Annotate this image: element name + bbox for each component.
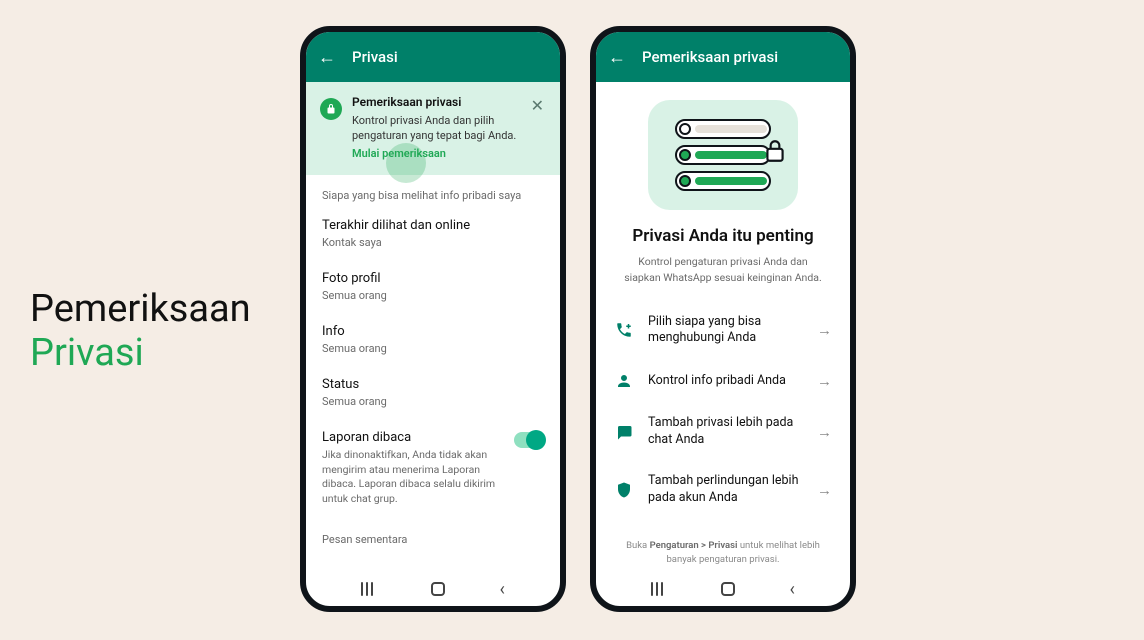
lock-badge-icon xyxy=(320,98,342,120)
phone-mockups: ← Privasi Pemeriksaan privasi Kontrol pr… xyxy=(300,26,856,612)
phone-body: Pemeriksaan privasi Kontrol privasi Anda… xyxy=(306,82,560,572)
phone-plus-icon xyxy=(614,320,634,340)
android-navbar: ‹ xyxy=(306,572,560,606)
option-text: Pilih siapa yang bisa menghubungi Anda xyxy=(648,314,803,348)
setting-info[interactable]: Info Semua orang xyxy=(306,314,560,367)
chevron-right-icon: → xyxy=(817,321,832,339)
close-icon[interactable]: ✕ xyxy=(529,94,546,117)
setting-last-seen[interactable]: Terakhir dilihat dan online Kontak saya xyxy=(306,208,560,261)
option-text: Kontrol info pribadi Anda xyxy=(648,373,803,390)
back-icon[interactable]: ← xyxy=(318,47,336,68)
chat-lock-icon xyxy=(614,422,634,442)
setting-value: Kontak saya xyxy=(322,236,544,249)
phone-privacy-checkup: ← Pemeriksaan privasi Privasi Anda itu p… xyxy=(590,26,856,612)
footer-bold: Pengaturan > Privasi xyxy=(650,540,738,551)
setting-read-receipts[interactable]: Laporan dibaca Jika dinonaktifkan, Anda … xyxy=(306,420,560,519)
setting-label: Info xyxy=(322,324,544,339)
option-who-can-contact[interactable]: Pilih siapa yang bisa menghubungi Anda → xyxy=(596,302,850,360)
nav-recent-icon[interactable] xyxy=(361,582,377,596)
page-title: Pemeriksaan Privasi xyxy=(30,288,251,375)
chevron-right-icon: → xyxy=(817,372,832,390)
tap-indicator xyxy=(386,143,426,183)
option-personal-info[interactable]: Kontrol info pribadi Anda → xyxy=(596,359,850,403)
option-chat-privacy[interactable]: Tambah privasi lebih pada chat Anda → xyxy=(596,403,850,461)
setting-status[interactable]: Status Semua orang xyxy=(306,367,560,420)
phone-privacy-settings: ← Privasi Pemeriksaan privasi Kontrol pr… xyxy=(300,26,566,612)
option-text: Tambah privasi lebih pada chat Anda xyxy=(648,415,803,449)
phone-body: Privasi Anda itu penting Kontrol pengatu… xyxy=(596,82,850,572)
chevron-right-icon: → xyxy=(817,423,832,441)
appbar-title: Pemeriksaan privasi xyxy=(642,48,778,66)
title-line2: Privasi xyxy=(30,332,251,376)
footer-pre: Buka xyxy=(626,540,650,551)
setting-profile-photo[interactable]: Foto profil Semua orang xyxy=(306,261,560,314)
hero-section: Privasi Anda itu penting Kontrol pengatu… xyxy=(596,82,850,296)
banner-link[interactable]: Mulai pemeriksaan xyxy=(352,146,519,161)
setting-label: Status xyxy=(322,377,544,392)
appbar-title: Privasi xyxy=(352,48,398,66)
shield-lock-icon xyxy=(614,480,634,500)
option-text: Tambah perlindungan lebih pada akun Anda xyxy=(648,473,803,507)
nav-home-icon[interactable] xyxy=(431,582,445,596)
privacy-check-banner[interactable]: Pemeriksaan privasi Kontrol privasi Anda… xyxy=(306,82,560,175)
banner-body: Kontrol privasi Anda dan pilih pengatura… xyxy=(352,113,519,144)
setting-value: Semua orang xyxy=(322,395,544,408)
appbar: ← Pemeriksaan privasi xyxy=(596,32,850,82)
back-icon[interactable]: ← xyxy=(608,47,626,68)
person-icon xyxy=(614,371,634,391)
nav-recent-icon[interactable] xyxy=(651,582,667,596)
android-navbar: ‹ xyxy=(596,572,850,606)
banner-title: Pemeriksaan privasi xyxy=(352,94,519,111)
hero-title: Privasi Anda itu penting xyxy=(632,226,813,246)
slider-icon xyxy=(675,171,771,191)
toggle-switch[interactable] xyxy=(514,432,544,448)
lock-icon xyxy=(762,138,788,168)
banner-text: Pemeriksaan privasi Kontrol privasi Anda… xyxy=(352,94,519,161)
setting-label: Laporan dibaca xyxy=(322,430,504,445)
setting-value: Semua orang xyxy=(322,342,544,355)
nav-home-icon[interactable] xyxy=(721,582,735,596)
option-account-protection[interactable]: Tambah perlindungan lebih pada akun Anda… xyxy=(596,461,850,519)
title-line1: Pemeriksaan xyxy=(30,288,251,332)
nav-back-icon[interactable]: ‹ xyxy=(789,579,794,600)
hero-subtitle: Kontrol pengaturan privasi Anda dan siap… xyxy=(616,254,830,286)
section-header-who-can-see: Siapa yang bisa melihat info pribadi say… xyxy=(306,175,560,208)
footer-hint: Buka Pengaturan > Privasi untuk melihat … xyxy=(596,529,850,572)
nav-back-icon[interactable]: ‹ xyxy=(499,579,504,600)
appbar: ← Privasi xyxy=(306,32,560,82)
chevron-right-icon: → xyxy=(817,481,832,499)
setting-label: Foto profil xyxy=(322,271,544,286)
setting-desc: Jika dinonaktifkan, Anda tidak akan meng… xyxy=(322,448,504,507)
setting-value: Semua orang xyxy=(322,289,544,302)
hero-illustration xyxy=(648,100,798,210)
slider-icon xyxy=(675,145,771,165)
setting-label: Terakhir dilihat dan online xyxy=(322,218,544,233)
section-header-disappearing: Pesan sementara xyxy=(306,519,560,552)
option-list: Pilih siapa yang bisa menghubungi Anda →… xyxy=(596,296,850,525)
slider-icon xyxy=(675,119,771,139)
